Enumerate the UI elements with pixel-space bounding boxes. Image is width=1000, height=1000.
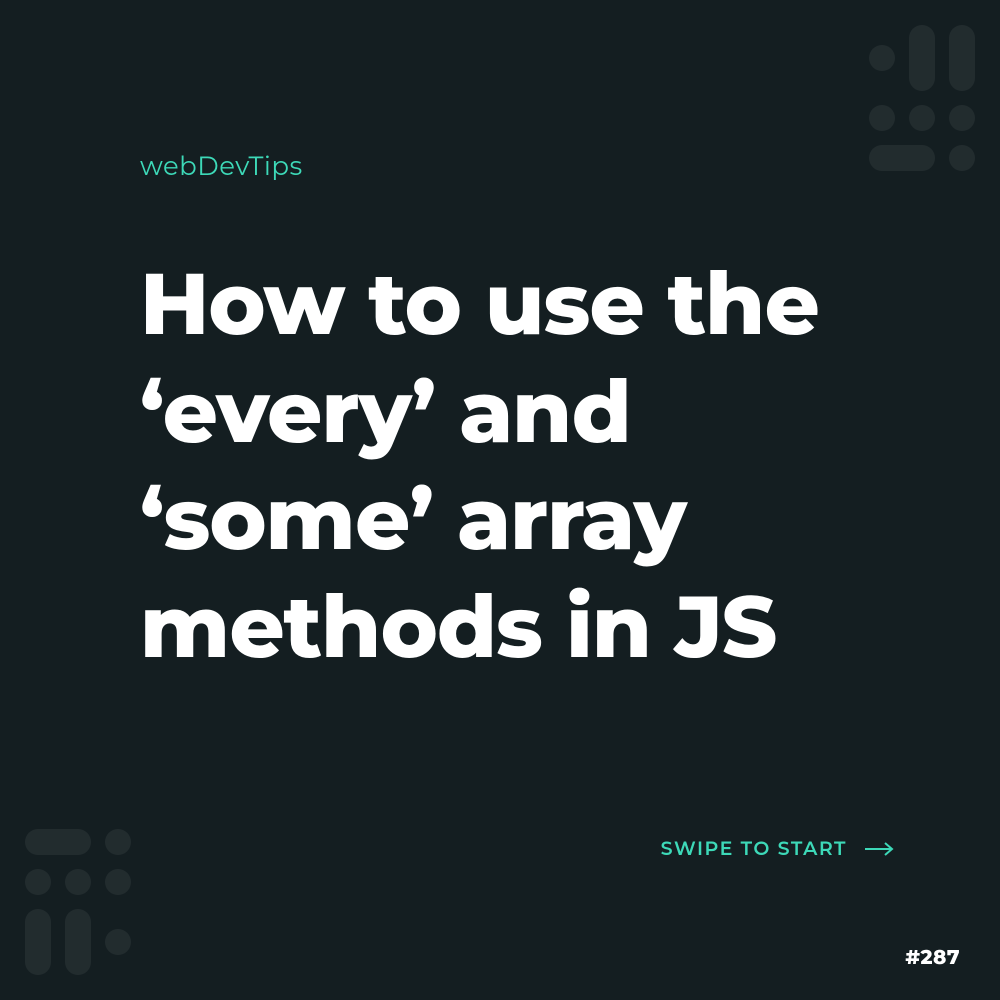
swipe-to-start-button[interactable]: SWIPE TO START xyxy=(661,837,895,860)
decorative-pattern-bottom-left xyxy=(25,829,131,975)
page-title: How to use the ‘every’ and ‘some’ array … xyxy=(140,250,920,680)
page-number-badge: #287 xyxy=(905,946,960,970)
brand-label: webDevTips xyxy=(140,150,303,182)
swipe-cta-label: SWIPE TO START xyxy=(661,837,847,860)
arrow-right-icon xyxy=(865,842,895,856)
decorative-pattern-top-right xyxy=(869,25,975,171)
